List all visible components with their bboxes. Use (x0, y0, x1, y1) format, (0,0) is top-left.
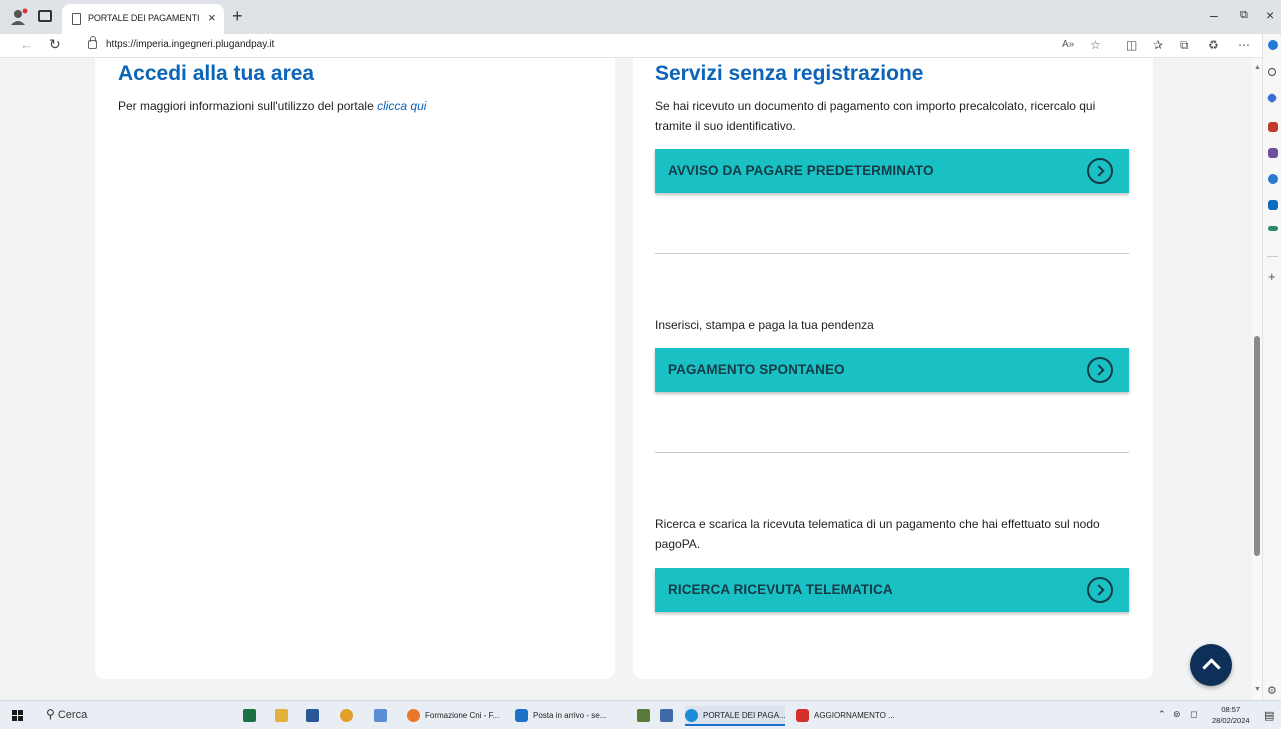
word-icon[interactable] (306, 709, 319, 722)
minimize-button[interactable]: – (1210, 6, 1218, 24)
scroll-to-top-button[interactable] (1190, 644, 1232, 686)
clock[interactable]: 08:57 28/02/2024 (1212, 704, 1250, 726)
chevron-right-icon (1087, 158, 1113, 184)
chevron-right-icon (1087, 577, 1113, 603)
sidebar-divider (1267, 256, 1278, 257)
search-icon[interactable] (1268, 68, 1276, 76)
add-icon[interactable]: + (1268, 270, 1276, 283)
url-text[interactable]: https://imperia.ingegneri.plugandpay.it (106, 39, 274, 50)
scroll-up-icon[interactable]: ▲ (1254, 64, 1261, 71)
divider (655, 452, 1129, 453)
page-viewport: Accedi alla tua area Per maggiori inform… (0, 58, 1252, 700)
page-icon (72, 13, 81, 25)
taskbar: ⚲ Cerca Formazione Cni - F... Posta in a… (0, 700, 1281, 729)
clock-time: 08:57 (1221, 705, 1241, 714)
info-link[interactable]: clicca qui (377, 99, 426, 113)
taskbar-item[interactable]: Posta in arrivo - se... (515, 706, 606, 726)
services-card: Servizi senza registrazione Se hai ricev… (633, 58, 1153, 679)
section-description: Se hai ricevuto un documento di pagament… (655, 99, 1096, 113)
section-description: Inserisci, stampa e paga la tua pendenza (655, 318, 874, 332)
browser-tab[interactable]: PORTALE DEI PAGAMENTI DELL'O × (62, 4, 224, 34)
lock-icon[interactable] (88, 36, 97, 49)
extensions-icon[interactable]: ♻ (1208, 38, 1219, 52)
url-field[interactable]: https://imperia.ingegneri.plugandpay.it (80, 35, 1260, 56)
pagamento-spontaneo-button[interactable]: PAGAMENTO SPONTANEO (655, 348, 1129, 392)
app-icon[interactable] (660, 709, 673, 722)
chevron-right-icon (1087, 357, 1113, 383)
button-label: PAGAMENTO SPONTANEO (668, 362, 845, 377)
windows-start-icon[interactable] (12, 710, 24, 722)
search-label: Cerca (57, 709, 88, 721)
copilot-icon[interactable] (1268, 40, 1278, 50)
file-explorer-icon[interactable] (275, 709, 288, 722)
profile-icon[interactable] (10, 8, 28, 26)
settings-icon[interactable]: ⚙ (1267, 684, 1277, 697)
reload-icon[interactable]: ↻ (49, 36, 61, 53)
button-label: RICERCA RICEVUTA TELEMATICA (668, 582, 893, 597)
app-icon[interactable] (637, 709, 650, 722)
services-title: Servizi senza registrazione (655, 62, 924, 85)
taskbar-item[interactable]: AGGIORNAMENTO ... (796, 706, 895, 726)
network-icon[interactable]: ⊚ (1173, 709, 1181, 720)
taskbar-item[interactable]: Formazione Cni - F... (407, 706, 499, 726)
outlook-icon (515, 709, 528, 722)
clock-date: 28/02/2024 (1212, 716, 1250, 725)
tab-actions-icon[interactable] (38, 10, 52, 22)
search-icon: ⚲ (46, 707, 55, 721)
more-menu-icon[interactable]: ⋯ (1238, 38, 1250, 52)
shopping-icon[interactable] (1266, 92, 1278, 104)
firefox-icon (407, 709, 420, 722)
outlook-icon[interactable] (1268, 200, 1278, 210)
acrobat-icon (796, 709, 809, 722)
address-bar: ← ↻ https://imperia.ingegneri.plugandpay… (0, 34, 1281, 58)
divider (655, 253, 1129, 254)
excel-icon[interactable] (243, 709, 256, 722)
tab-title: PORTALE DEI PAGAMENTI DELL'O (88, 13, 200, 23)
login-title: Accedi alla tua area (118, 62, 315, 85)
button-label: AVVISO DA PAGARE PREDETERMINATO (668, 163, 934, 178)
tray-chevron-icon[interactable]: ⌃ (1158, 709, 1166, 720)
taskbar-item-active[interactable]: PORTALE DEI PAGA... (685, 706, 786, 726)
info-text: Per maggiori informazioni sull'utilizzo … (118, 99, 427, 113)
games-icon[interactable] (1268, 148, 1278, 158)
notifications-icon[interactable]: ▤ (1264, 709, 1274, 722)
read-aloud-icon[interactable]: A» (1062, 38, 1074, 52)
page-scrollbar[interactable]: ▲ ▼ (1252, 58, 1262, 700)
drop-icon[interactable] (1268, 226, 1278, 231)
new-tab-button[interactable]: + (232, 6, 243, 26)
volume-icon[interactable]: ◻ (1190, 709, 1197, 720)
app-icon[interactable] (374, 709, 387, 722)
section-description: Ricerca e scarica la ricevuta telematica… (655, 517, 1100, 531)
split-screen-icon[interactable]: ◫ (1126, 38, 1137, 52)
ricerca-ricevuta-button[interactable]: RICERCA RICEVUTA TELEMATICA (655, 568, 1129, 612)
login-card: Accedi alla tua area Per maggiori inform… (95, 58, 615, 679)
collections-icon[interactable]: ⧉ (1180, 38, 1189, 52)
edge-icon (685, 709, 698, 722)
chrome-icon[interactable] (340, 709, 353, 722)
favorite-star-icon[interactable]: ☆ (1090, 38, 1101, 52)
tab-close-button[interactable]: × (208, 10, 216, 26)
avviso-predeterminato-button[interactable]: AVVISO DA PAGARE PREDETERMINATO (655, 149, 1129, 193)
scrollbar-thumb[interactable] (1254, 336, 1260, 556)
taskbar-search[interactable]: ⚲ Cerca (46, 707, 87, 721)
section-description: pagoPA. (655, 537, 701, 551)
section-description: tramite il suo identificativo. (655, 119, 796, 133)
favorites-icon[interactable]: ✰ (1153, 38, 1163, 52)
scroll-down-icon[interactable]: ▼ (1254, 686, 1261, 693)
edge-sidebar: + ⚙ (1262, 34, 1281, 700)
back-icon[interactable]: ← (20, 37, 33, 52)
tools-icon[interactable] (1268, 122, 1278, 132)
close-window-button[interactable]: × (1266, 6, 1274, 24)
browser-titlebar: PORTALE DEI PAGAMENTI DELL'O × + – ⧉ × (0, 0, 1281, 34)
restore-button[interactable]: ⧉ (1240, 6, 1248, 24)
microsoft-365-icon[interactable] (1268, 174, 1278, 184)
